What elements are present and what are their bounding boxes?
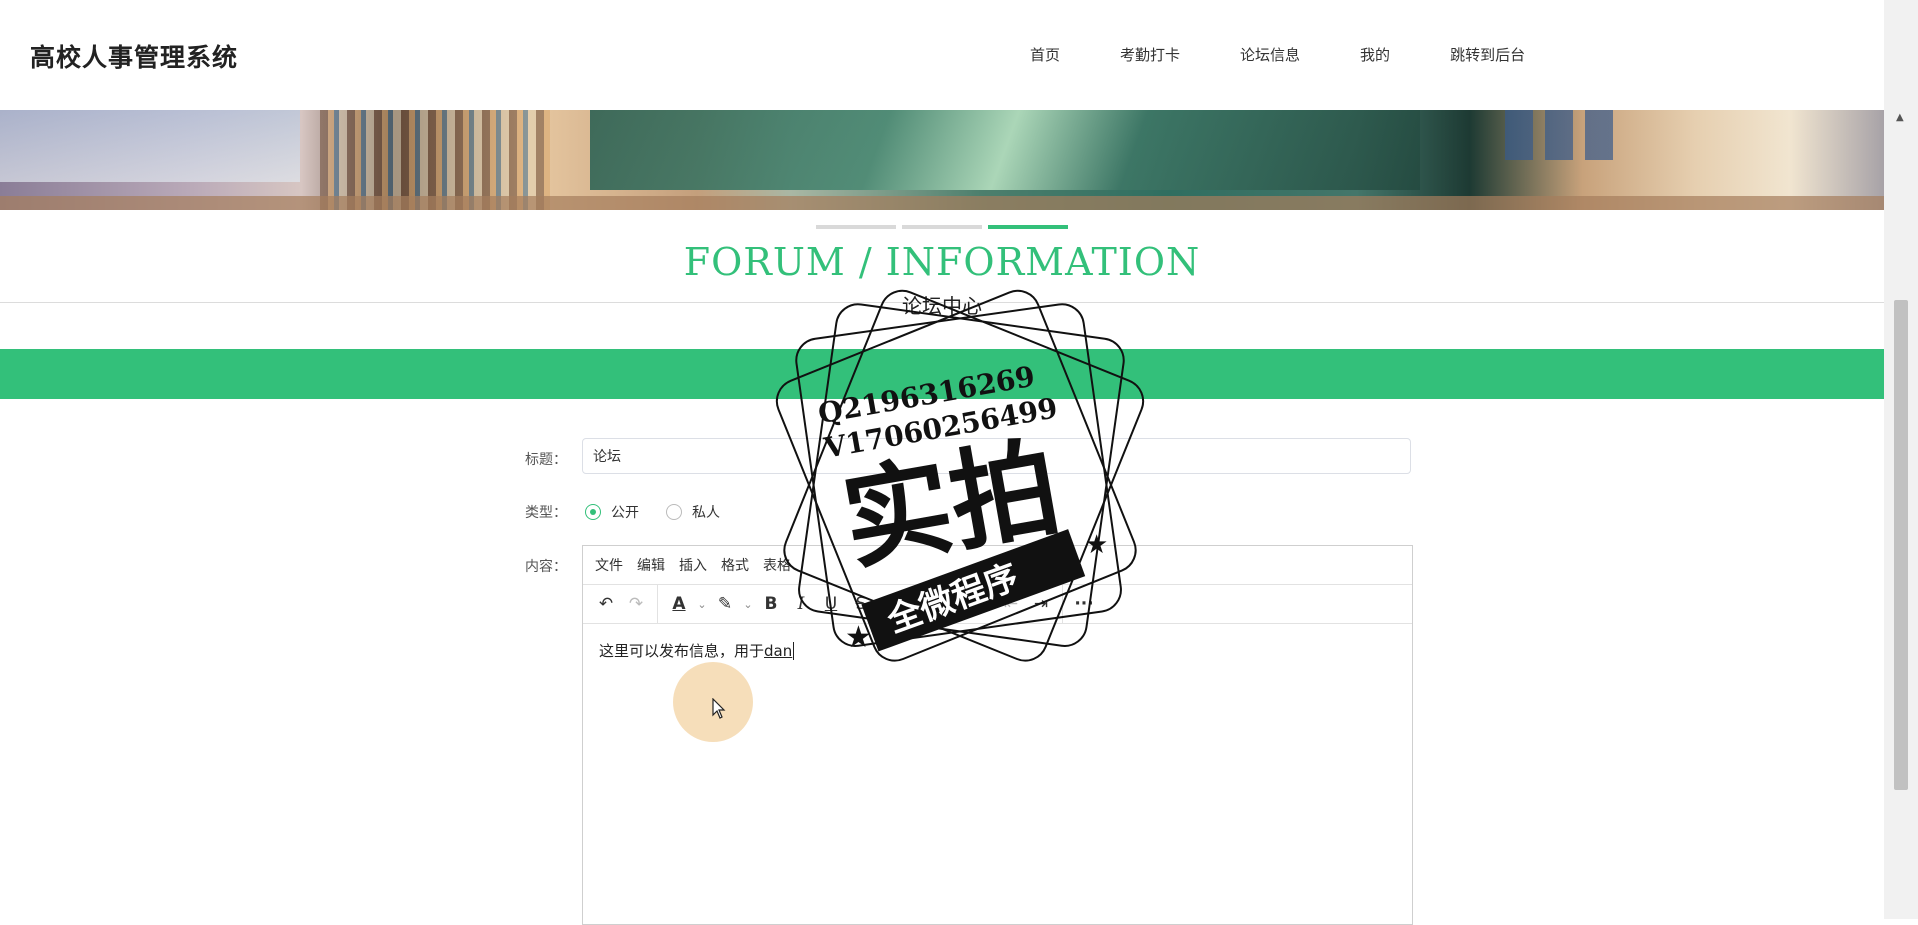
menu-edit[interactable]: 编辑 <box>637 555 665 575</box>
scroll-up-icon[interactable]: ▲ <box>1896 112 1904 123</box>
nav-home[interactable]: 首页 <box>1030 44 1060 65</box>
highlight-icon[interactable]: ✎ <box>710 589 740 619</box>
indicator-2[interactable] <box>902 225 982 229</box>
watermark-stamp: Q2196316269 V17060256499 实拍 全微程序 ★ ★ <box>775 289 1145 662</box>
editor-text: 这里可以发布信息，用于 <box>599 642 765 660</box>
nav-mine[interactable]: 我的 <box>1360 44 1390 65</box>
banner-image <box>0 110 1884 210</box>
indicator-1[interactable] <box>816 225 896 229</box>
radio-private-circle[interactable] <box>666 504 682 520</box>
star-icon: ★ <box>845 620 872 655</box>
radio-private[interactable]: 私人 <box>666 502 720 522</box>
radio-public[interactable]: 公开 <box>585 502 639 522</box>
main-nav: 首页 考勤打卡 论坛信息 我的 跳转到后台 <box>1030 44 1525 65</box>
indicator-3[interactable] <box>988 225 1068 229</box>
carousel-indicators <box>816 225 1068 229</box>
nav-forum[interactable]: 论坛信息 <box>1240 44 1300 65</box>
mouse-cursor-icon <box>712 698 726 719</box>
nav-attendance[interactable]: 考勤打卡 <box>1120 44 1180 65</box>
site-brand[interactable]: 高校人事管理系统 <box>30 38 238 74</box>
scroll-thumb[interactable] <box>1894 300 1908 790</box>
chevron-down-icon[interactable]: ⌄ <box>694 589 710 619</box>
site-header: 高校人事管理系统 首页 考勤打卡 论坛信息 我的 跳转到后台 <box>0 0 1884 110</box>
redo-icon[interactable]: ↷ <box>621 589 651 619</box>
radio-public-label: 公开 <box>611 505 639 521</box>
undo-icon[interactable]: ↶ <box>591 589 621 619</box>
nav-admin[interactable]: 跳转到后台 <box>1450 44 1525 65</box>
menu-file[interactable]: 文件 <box>595 555 623 575</box>
menu-insert[interactable]: 插入 <box>679 555 707 575</box>
type-label: 类型： <box>525 505 567 521</box>
text-color-icon[interactable]: A <box>664 589 694 619</box>
content-label: 内容： <box>525 559 567 575</box>
title-label: 标题： <box>525 452 567 468</box>
radio-private-label: 私人 <box>692 505 720 521</box>
radio-public-circle[interactable] <box>585 504 601 520</box>
page-scrollbar[interactable]: ▲ <box>1884 0 1918 919</box>
star-icon: ★ <box>1085 530 1108 560</box>
